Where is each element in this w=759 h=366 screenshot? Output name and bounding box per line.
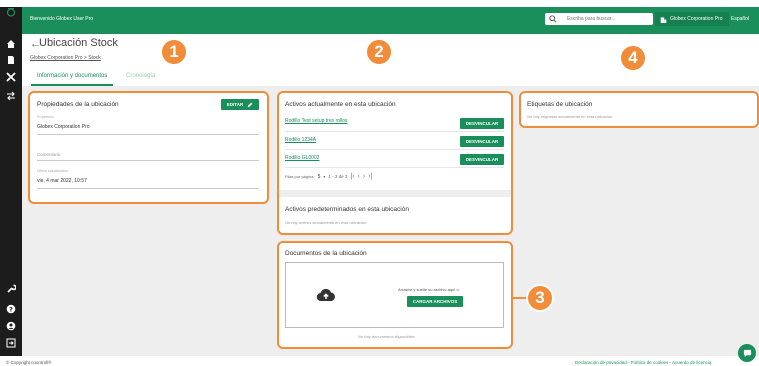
copyright-text: © Copyright countroll® <box>6 360 52 365</box>
first-page-icon[interactable]: |‹ <box>350 173 354 180</box>
search-icon <box>549 15 557 23</box>
upload-files-button[interactable]: CARGAR ARCHIVOS <box>407 296 463 307</box>
search-input[interactable] <box>567 14 651 24</box>
callout-badge-1: 1 <box>160 38 188 66</box>
search-box[interactable] <box>545 13 653 25</box>
updated-value: vie, 4 mar 2022, 10:57 <box>37 178 87 184</box>
next-page-icon[interactable]: › <box>363 173 365 180</box>
welcome-text: Bienvenido Globex User Pro <box>30 16 94 22</box>
default-assets-empty: No hay activos actualmente en esta ubica… <box>285 220 367 225</box>
owner-underline <box>37 134 259 135</box>
transfer-icon[interactable] <box>6 91 16 101</box>
chat-button[interactable] <box>738 344 756 362</box>
wrench-icon[interactable] <box>6 284 16 294</box>
building-icon <box>660 16 667 23</box>
prev-page-icon[interactable]: ‹ <box>358 173 360 180</box>
asset-divider-2 <box>285 149 504 150</box>
owner-value: Globex Corporation Pro <box>37 124 90 130</box>
documents-title: Documentos de la ubicación <box>285 250 367 257</box>
callout-badge-2: 2 <box>365 38 393 66</box>
documents-empty: No hay documentos disponibles <box>358 334 415 339</box>
breadcrumb[interactable]: Globex Corporation Pro > Stock <box>30 55 101 61</box>
cloud-upload-icon <box>316 288 335 302</box>
help-icon[interactable]: ? <box>6 304 16 314</box>
tools-icon[interactable] <box>6 72 16 82</box>
updated-underline <box>37 188 259 189</box>
top-strip <box>0 0 759 7</box>
rows-per-page-select[interactable]: 5 <box>318 174 321 180</box>
user-icon[interactable] <box>6 321 16 331</box>
sidebar: ? <box>0 7 22 356</box>
home-icon[interactable] <box>6 39 16 49</box>
page-title: Ubicación Stock <box>39 37 118 49</box>
page-range: 1 - 3 de 3 <box>328 174 348 179</box>
tags-card <box>519 91 759 128</box>
asset-link-2[interactable]: Rodillo 1234A <box>285 137 316 143</box>
edit-button[interactable]: EDITAR <box>221 99 259 110</box>
caret-down-icon: ▾ <box>323 174 326 179</box>
document-icon[interactable] <box>6 55 16 65</box>
legal-links[interactable]: Declaración de privacidad - Política de … <box>575 360 711 365</box>
updated-label: Última actualización <box>37 169 69 173</box>
comment-field[interactable]: Comentario <box>37 152 60 157</box>
logout-icon[interactable] <box>6 338 16 348</box>
default-assets-title: Activos predeterminados en esta ubicació… <box>285 206 409 213</box>
assets-title: Activos actualmente en esta ubicación <box>285 101 396 108</box>
properties-title: Propiedades de la ubicación <box>37 101 119 108</box>
chat-icon <box>743 349 751 357</box>
tags-title: Etiquetas de ubicación <box>527 101 593 108</box>
unlink-button-3[interactable]: DESVINCULAR <box>460 154 504 165</box>
asset-divider-3 <box>285 167 504 168</box>
tab-timeline[interactable]: Cronología <box>126 73 155 79</box>
tab-info-documents[interactable]: Información y documentos <box>37 73 107 79</box>
comment-underline <box>37 160 259 161</box>
assets-card-separator <box>279 190 511 197</box>
callout-badge-4: 4 <box>619 44 647 72</box>
company-switcher[interactable]: Globex Corporation Pro <box>655 12 729 26</box>
svg-text:?: ? <box>9 305 13 313</box>
asset-link-3[interactable]: Rodillo GL0002 <box>285 155 319 161</box>
callout-badge-3: 3 <box>526 284 554 312</box>
last-page-icon[interactable]: ›| <box>368 173 372 180</box>
tags-empty: No hay etiquetas actualmente en esta ubi… <box>527 114 613 119</box>
asset-link-1[interactable]: Rodillo Test setup tres rollos <box>285 118 347 124</box>
pagination: Filas por página: 5 ▾ 1 - 3 de 3 |‹ ‹ › … <box>285 173 372 180</box>
pencil-icon <box>247 102 253 107</box>
callout-connector-3 <box>513 297 527 299</box>
language-selector[interactable]: Español <box>731 16 749 22</box>
edit-label: EDITAR <box>226 102 244 107</box>
rows-per-page-label: Filas por página: <box>285 174 315 179</box>
company-name: Globex Corporation Pro <box>670 16 723 22</box>
drop-instructions: Arrastre y suelte su archivo aquí o <box>398 287 459 292</box>
owner-label: Propietario <box>37 115 54 119</box>
asset-divider-1 <box>285 131 504 132</box>
unlink-button-1[interactable]: DESVINCULAR <box>460 118 504 129</box>
logo-icon[interactable] <box>6 7 16 17</box>
unlink-button-2[interactable]: DESVINCULAR <box>460 136 504 147</box>
